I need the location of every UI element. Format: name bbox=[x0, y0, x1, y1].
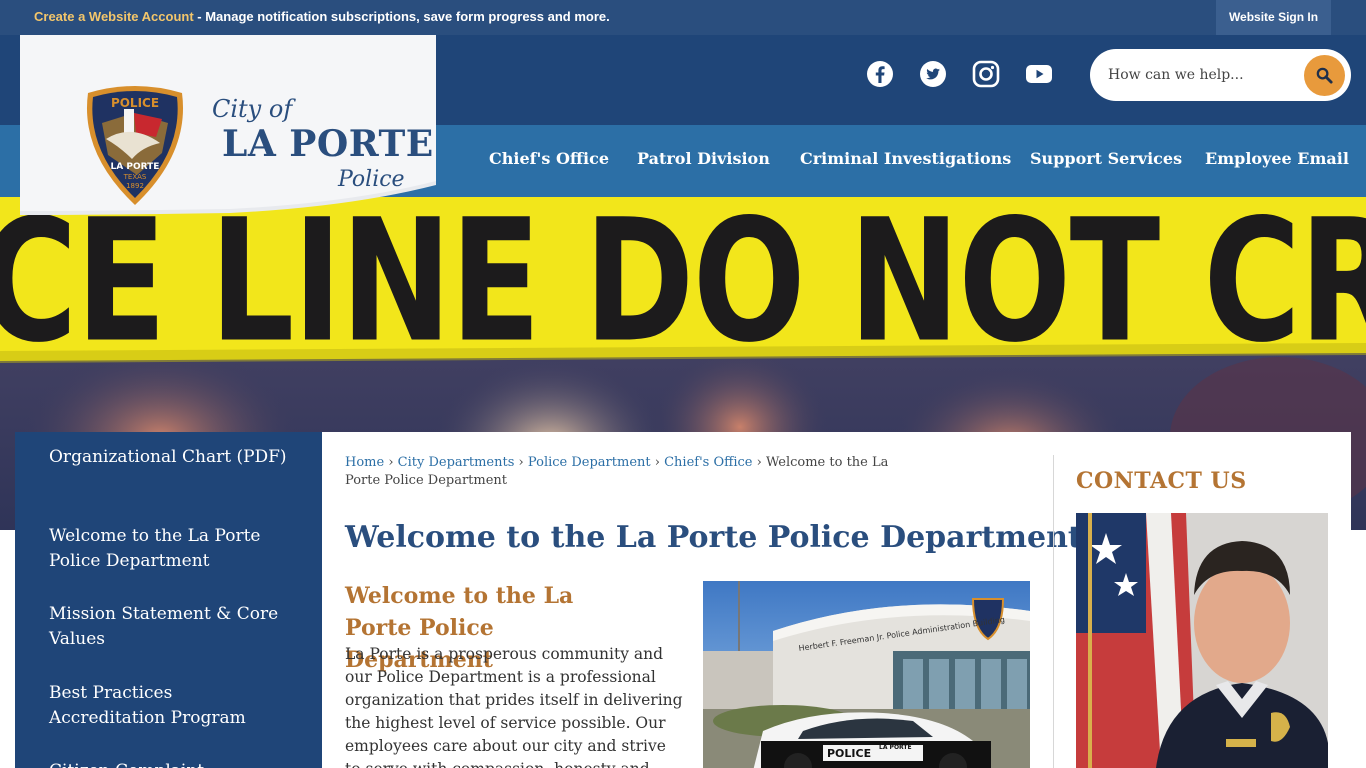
youtube-icon[interactable] bbox=[1025, 60, 1053, 88]
utility-bar: Create a Website Account - Manage notifi… bbox=[0, 0, 1366, 35]
police-chief-portrait bbox=[1076, 513, 1328, 768]
contact-us-heading: CONTACT US bbox=[1076, 468, 1247, 494]
breadcrumb-separator: › bbox=[388, 455, 394, 470]
badge-state-text: TEXAS bbox=[123, 173, 147, 181]
police-building-photo: Herbert F. Freeman Jr. Police Administra… bbox=[703, 581, 1030, 768]
breadcrumb-police-department[interactable]: Police Department bbox=[528, 455, 651, 470]
site-logo[interactable]: POLICE LA PORTE TEXAS 1892 City of LA PO… bbox=[20, 35, 437, 220]
search-input[interactable] bbox=[1108, 63, 1288, 87]
badge-city-text: LA PORTE bbox=[111, 162, 160, 172]
sidebar-item-citizen-complaint[interactable]: Citizen Complaint bbox=[49, 759, 289, 768]
twitter-icon[interactable] bbox=[919, 60, 947, 88]
nav-patrol-division[interactable]: Patrol Division bbox=[637, 149, 770, 168]
breadcrumb-city-departments[interactable]: City Departments bbox=[398, 455, 515, 470]
car-police-text: POLICE bbox=[827, 747, 871, 760]
search-button[interactable] bbox=[1304, 55, 1345, 96]
badge-top-text: POLICE bbox=[111, 96, 159, 110]
badge-year-text: 1892 bbox=[126, 182, 144, 190]
create-account-link[interactable]: Create a Website Account bbox=[34, 9, 194, 24]
tape-text: CE LINE DO NOT CR bbox=[0, 197, 1366, 379]
breadcrumb: Home › City Departments › Police Departm… bbox=[345, 454, 925, 490]
police-badge-icon: POLICE LA PORTE TEXAS 1892 bbox=[86, 86, 184, 205]
create-account-description: - Manage notification subscriptions, sav… bbox=[193, 9, 610, 24]
logo-wordmark: City of LA PORTE Police bbox=[212, 95, 433, 195]
search-icon bbox=[1316, 67, 1333, 84]
breadcrumb-separator: › bbox=[654, 455, 660, 470]
nav-employee-email[interactable]: Employee Email bbox=[1205, 149, 1349, 168]
nav-chiefs-office[interactable]: Chief's Office bbox=[489, 149, 609, 168]
page-title: Welcome to the La Porte Police Departmen… bbox=[345, 520, 1082, 555]
logo-city-of: City of bbox=[212, 95, 293, 123]
sidebar-item-organizational-chart[interactable]: Organizational Chart (PDF) bbox=[49, 445, 289, 470]
account-message: Create a Website Account - Manage notifi… bbox=[34, 9, 610, 24]
breadcrumb-separator: › bbox=[756, 455, 762, 470]
sidebar-item-welcome[interactable]: Welcome to the La Porte Police Departmen… bbox=[49, 524, 289, 574]
nav-criminal-investigations[interactable]: Criminal Investigations bbox=[800, 149, 1011, 168]
website-sign-in-button[interactable]: Website Sign In bbox=[1216, 0, 1331, 35]
breadcrumb-home[interactable]: Home bbox=[345, 455, 384, 470]
sidebar-item-accreditation[interactable]: Best Practices Accreditation Program bbox=[49, 681, 289, 731]
welcome-paragraph: La Porte is a prosperous community and o… bbox=[345, 645, 683, 768]
logo-city-name: LA PORTE bbox=[222, 123, 434, 165]
main-content: Home › City Departments › Police Departm… bbox=[322, 432, 1351, 768]
facebook-icon[interactable] bbox=[866, 60, 894, 88]
sidebar-menu: Organizational Chart (PDF) Welcome to th… bbox=[15, 432, 322, 768]
nav-support-services[interactable]: Support Services bbox=[1030, 149, 1182, 168]
breadcrumb-chiefs-office[interactable]: Chief's Office bbox=[664, 455, 752, 470]
sidebar-item-mission-statement[interactable]: Mission Statement & Core Values bbox=[49, 602, 289, 652]
instagram-icon[interactable] bbox=[972, 60, 1000, 88]
car-city-text: LA PORTE bbox=[879, 744, 912, 751]
logo-police: Police bbox=[338, 167, 405, 192]
breadcrumb-separator: › bbox=[518, 455, 524, 470]
column-divider bbox=[1053, 455, 1054, 768]
